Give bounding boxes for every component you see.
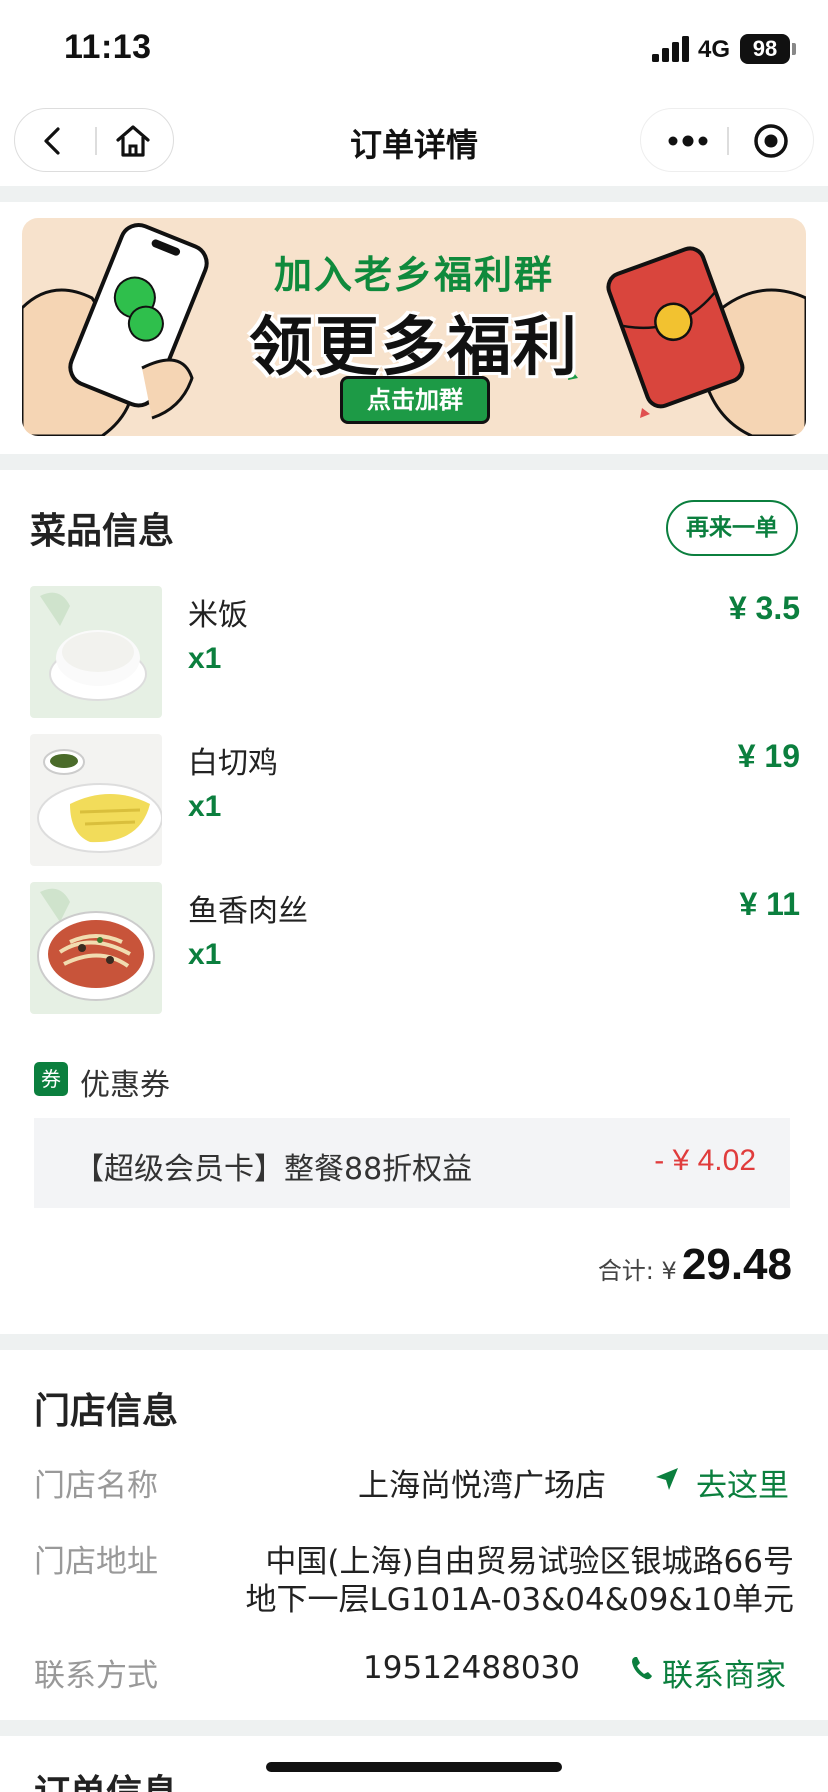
battery-icon: 98 <box>740 34 790 64</box>
dish-image <box>30 734 162 866</box>
dish-price: ¥ 11 <box>739 886 800 922</box>
navbar: 订单详情 <box>0 98 828 186</box>
battery-tip <box>792 43 796 55</box>
section-divider <box>0 1334 828 1350</box>
contact-phone: 19512488030 <box>363 1650 580 1686</box>
dish-name: 鱼香肉丝 <box>188 894 308 929</box>
navigate-icon[interactable] <box>654 1466 680 1492</box>
signal-icon <box>652 36 689 62</box>
status-time: 11:13 <box>64 28 152 66</box>
order-total: 合计: ¥ 29.48 <box>598 1240 792 1290</box>
store-address-label: 门店地址 <box>34 1544 158 1580</box>
dish-image <box>30 586 162 718</box>
join-group-button[interactable]: 点击加群 <box>340 376 490 424</box>
dish-price: ¥ 3.5 <box>728 590 800 626</box>
dish-item: 白切鸡 x1 ¥ 19 <box>30 734 800 866</box>
dish-name: 米饭 <box>188 598 248 633</box>
dish-item: 米饭 x1 ¥ 3.5 <box>30 586 800 718</box>
dish-image <box>30 882 162 1014</box>
dish-qty: x1 <box>188 938 222 971</box>
more-icon[interactable] <box>665 123 711 159</box>
coupon-label: 优惠券 <box>80 1068 170 1103</box>
dish-qty: x1 <box>188 642 222 675</box>
target-icon[interactable] <box>751 121 791 161</box>
total-value: 29.48 <box>681 1240 792 1289</box>
network-type: 4G <box>698 36 731 63</box>
status-bar: 11:13 4G 98 <box>0 0 828 98</box>
home-indicator[interactable] <box>266 1762 562 1772</box>
total-label: 合计: ¥ <box>597 1257 677 1285</box>
store-section-title: 门店信息 <box>34 1391 179 1432</box>
contact-label: 联系方式 <box>34 1658 158 1694</box>
store-name-value: 上海尚悦湾广场店 <box>358 1468 606 1504</box>
banner-headline: 加入老乡福利群 <box>273 253 554 297</box>
coupon-badge-icon: 券 <box>34 1062 68 1096</box>
nav-divider <box>727 127 729 155</box>
reorder-button[interactable]: 再来一单 <box>666 500 798 556</box>
section-divider <box>0 454 828 470</box>
contact-merchant-link[interactable]: 联系商家 <box>662 1650 786 1695</box>
phone-icon[interactable] <box>630 1655 654 1681</box>
order-section-title: 订单信息 <box>34 1764 178 1792</box>
go-here-link[interactable]: 去这里 <box>696 1460 789 1505</box>
promo-banner[interactable]: 加入老乡福利群 领更多福利 点击加群 <box>22 218 806 436</box>
nav-capsule-right <box>640 108 814 172</box>
dish-price: ¥ 19 <box>737 738 800 774</box>
coupon-amount: - ¥ 4.02 <box>654 1144 756 1177</box>
store-name-label: 门店名称 <box>34 1468 158 1504</box>
banner-title: 领更多福利 <box>249 311 579 385</box>
coupon-row: 【超级会员卡】整餐88折权益 - ¥ 4.02 <box>34 1118 790 1208</box>
dish-name: 白切鸡 <box>188 746 278 781</box>
dishes-section-title: 菜品信息 <box>30 511 175 552</box>
store-address-line2: 地下一层LG101A-03&04&09&10单元 <box>245 1582 794 1618</box>
dish-item: 鱼香肉丝 x1 ¥ 11 <box>30 882 800 1014</box>
coupon-name: 【超级会员卡】整餐88折权益 <box>74 1152 473 1187</box>
dish-qty: x1 <box>188 790 222 823</box>
section-divider <box>0 186 828 202</box>
section-divider <box>0 1720 828 1736</box>
